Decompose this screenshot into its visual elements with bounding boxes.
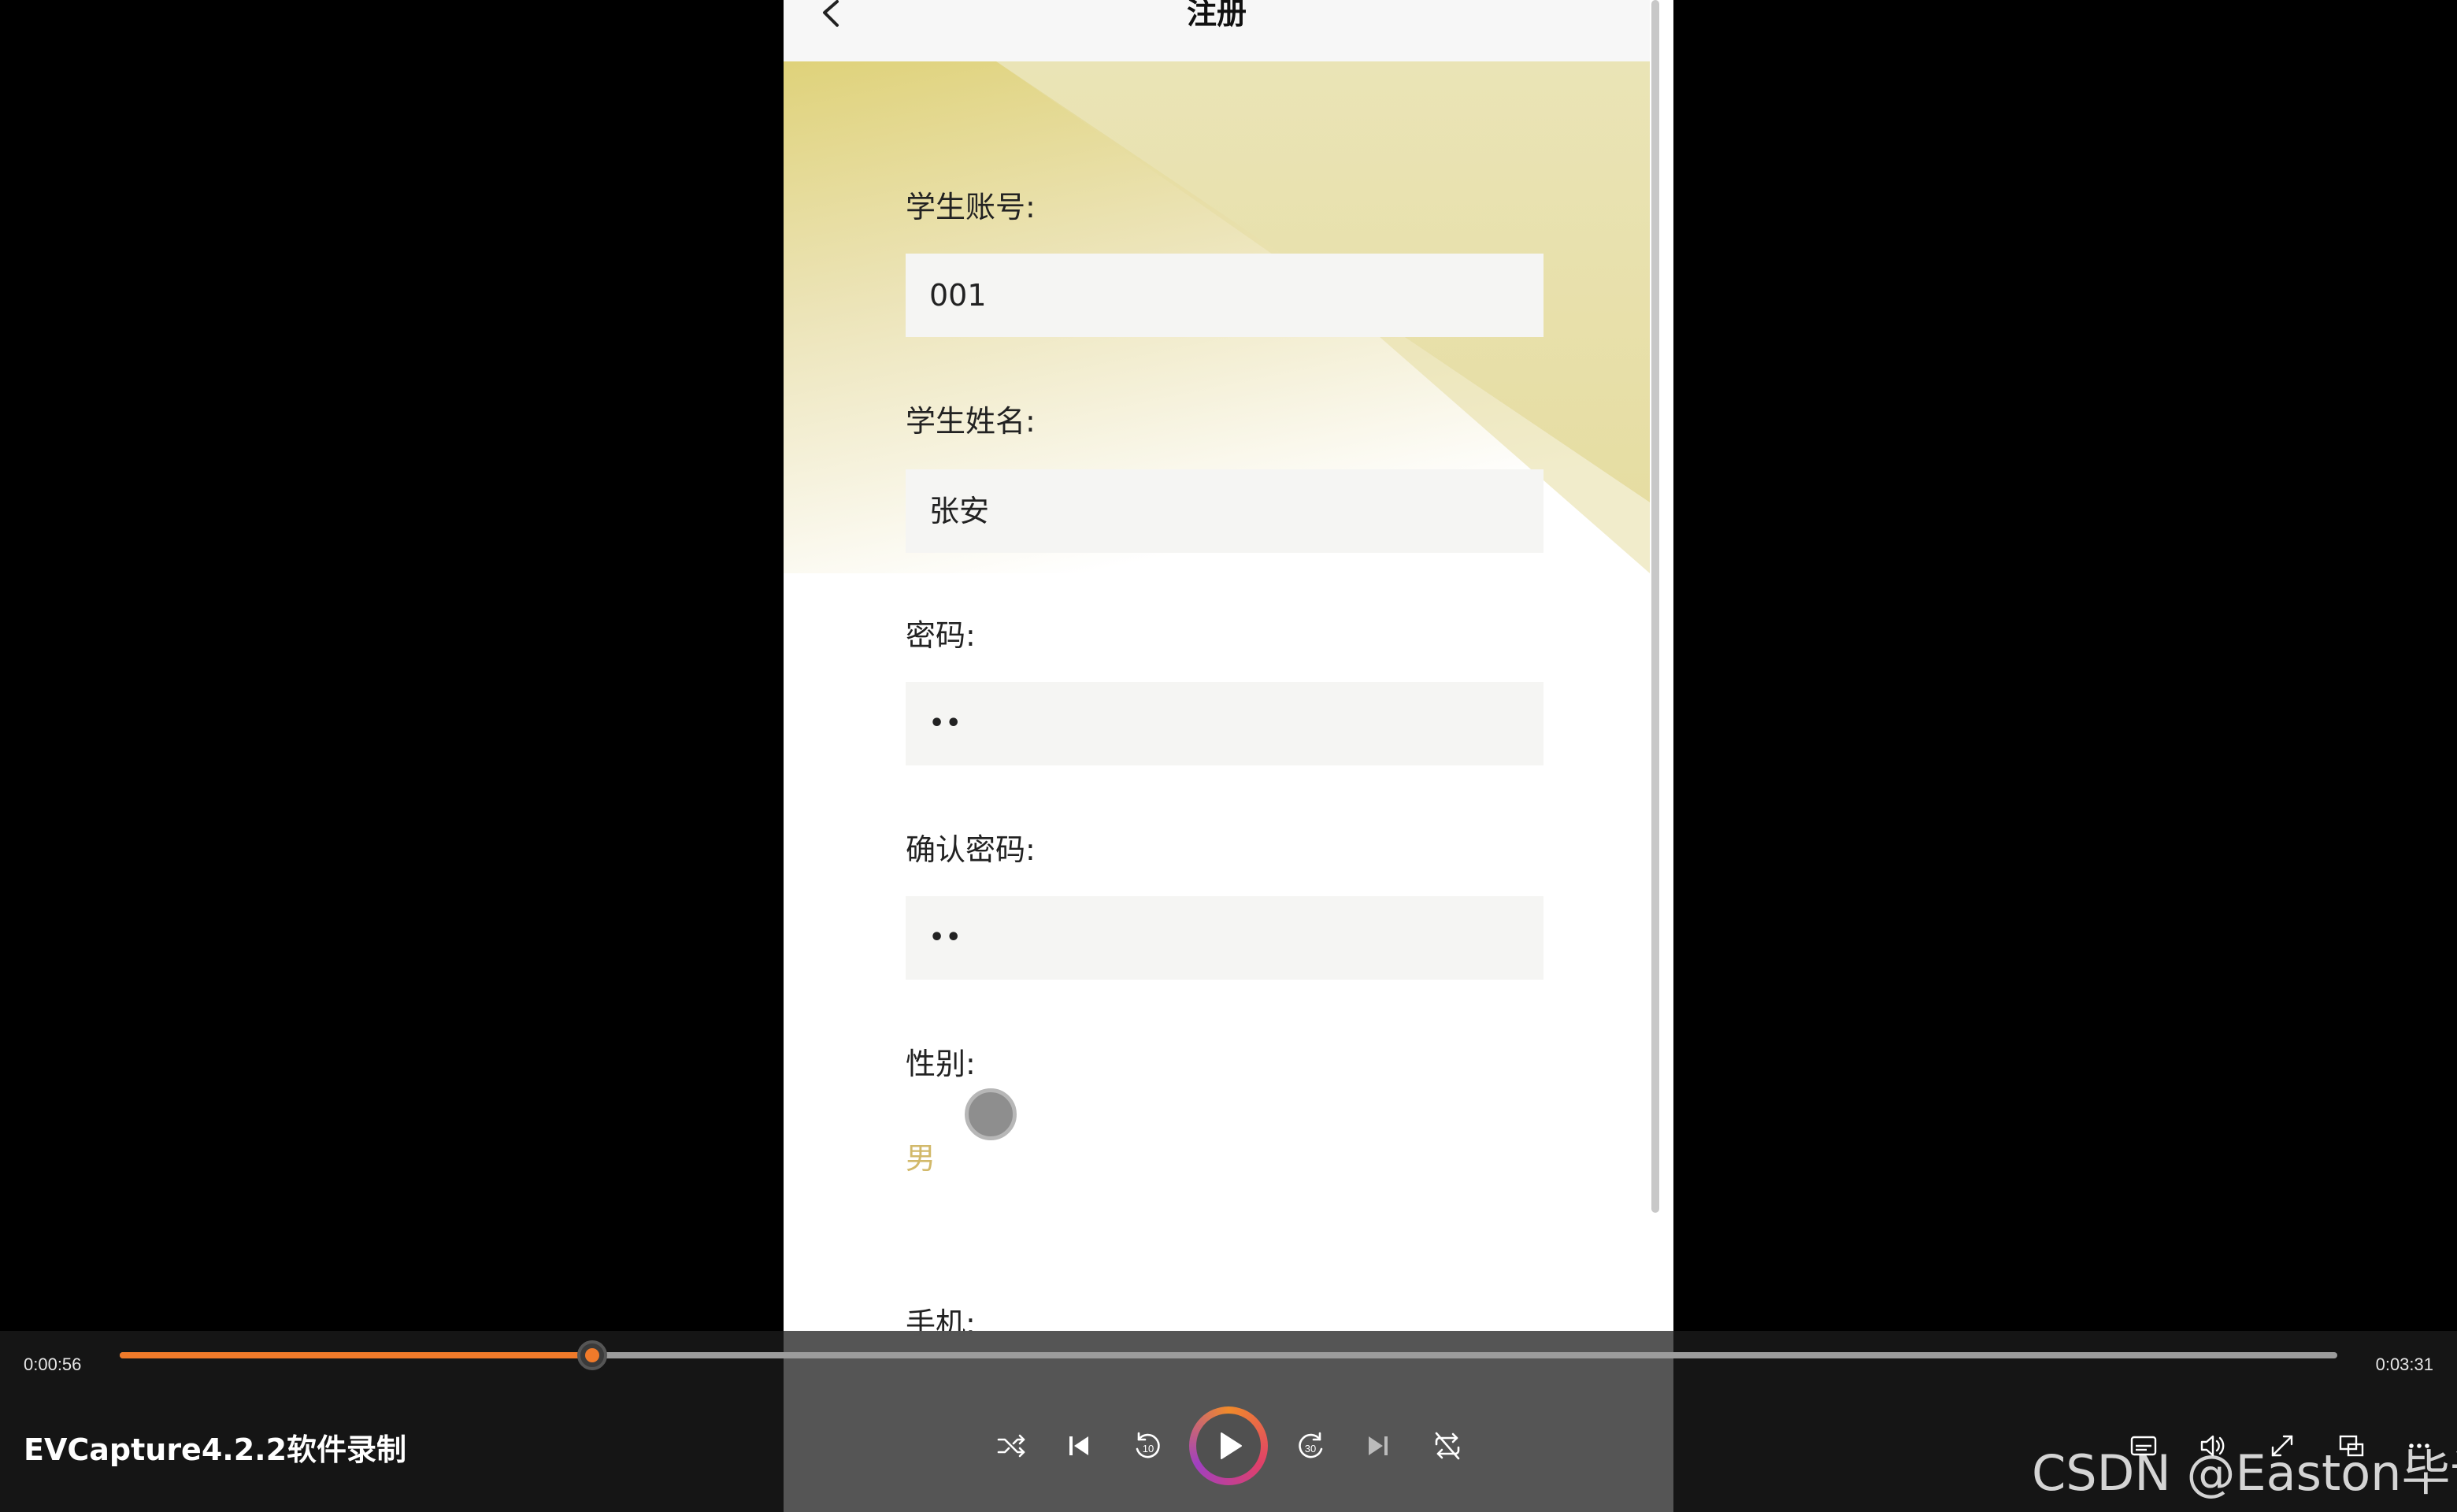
shuffle-icon[interactable] (989, 1424, 1033, 1468)
svg-text:30: 30 (1305, 1443, 1316, 1455)
password-label: 密码: (906, 618, 976, 653)
total-time: 0:03:31 (2375, 1354, 2433, 1374)
phone-app-screen: 注册 学生账号: 001 学生姓名: 张安 密码: •• 确认密码: •• 性别… (784, 0, 1673, 1512)
touch-cursor (965, 1088, 1017, 1140)
next-icon[interactable] (1356, 1424, 1400, 1468)
name-input[interactable]: 张安 (906, 469, 1544, 553)
progress-fill (120, 1352, 592, 1358)
gender-option-male[interactable]: 男 (906, 1134, 936, 1177)
video-title: EVCapture4.2.2软件录制 (24, 1432, 407, 1467)
nav-bar: 注册 (784, 0, 1650, 61)
account-input[interactable]: 001 (906, 254, 1544, 337)
screen: 注册 学生账号: 001 学生姓名: 张安 密码: •• 确认密码: •• 性别… (0, 0, 2457, 1512)
watermark: CSDN @Easton毕设 (2032, 1444, 2457, 1502)
rewind-10-icon[interactable]: 10 (1126, 1424, 1170, 1468)
scrollbar-thumb[interactable] (1651, 0, 1659, 1213)
password-input[interactable]: •• (906, 682, 1544, 765)
register-form: 学生账号: 001 学生姓名: 张安 密码: •• 确认密码: •• 性别: 男… (784, 0, 1650, 1512)
current-time: 0:00:56 (24, 1354, 82, 1374)
account-label: 学生账号: (906, 190, 1036, 224)
page-title: 注册 (1186, 0, 1247, 31)
gender-label: 性别: (906, 1047, 976, 1081)
play-button[interactable] (1189, 1406, 1268, 1485)
name-label: 学生姓名: (906, 404, 1036, 439)
progress-bar[interactable] (120, 1340, 2337, 1370)
confirm-password-input[interactable]: •• (906, 896, 1544, 980)
progress-thumb[interactable] (576, 1340, 607, 1370)
forward-30-icon[interactable]: 30 (1288, 1424, 1332, 1468)
svg-text:10: 10 (1143, 1443, 1154, 1455)
play-icon (1196, 1414, 1261, 1478)
previous-icon[interactable] (1057, 1424, 1101, 1468)
confirm-password-label: 确认密码: (906, 832, 1036, 867)
repeat-off-icon[interactable] (1425, 1424, 1469, 1468)
